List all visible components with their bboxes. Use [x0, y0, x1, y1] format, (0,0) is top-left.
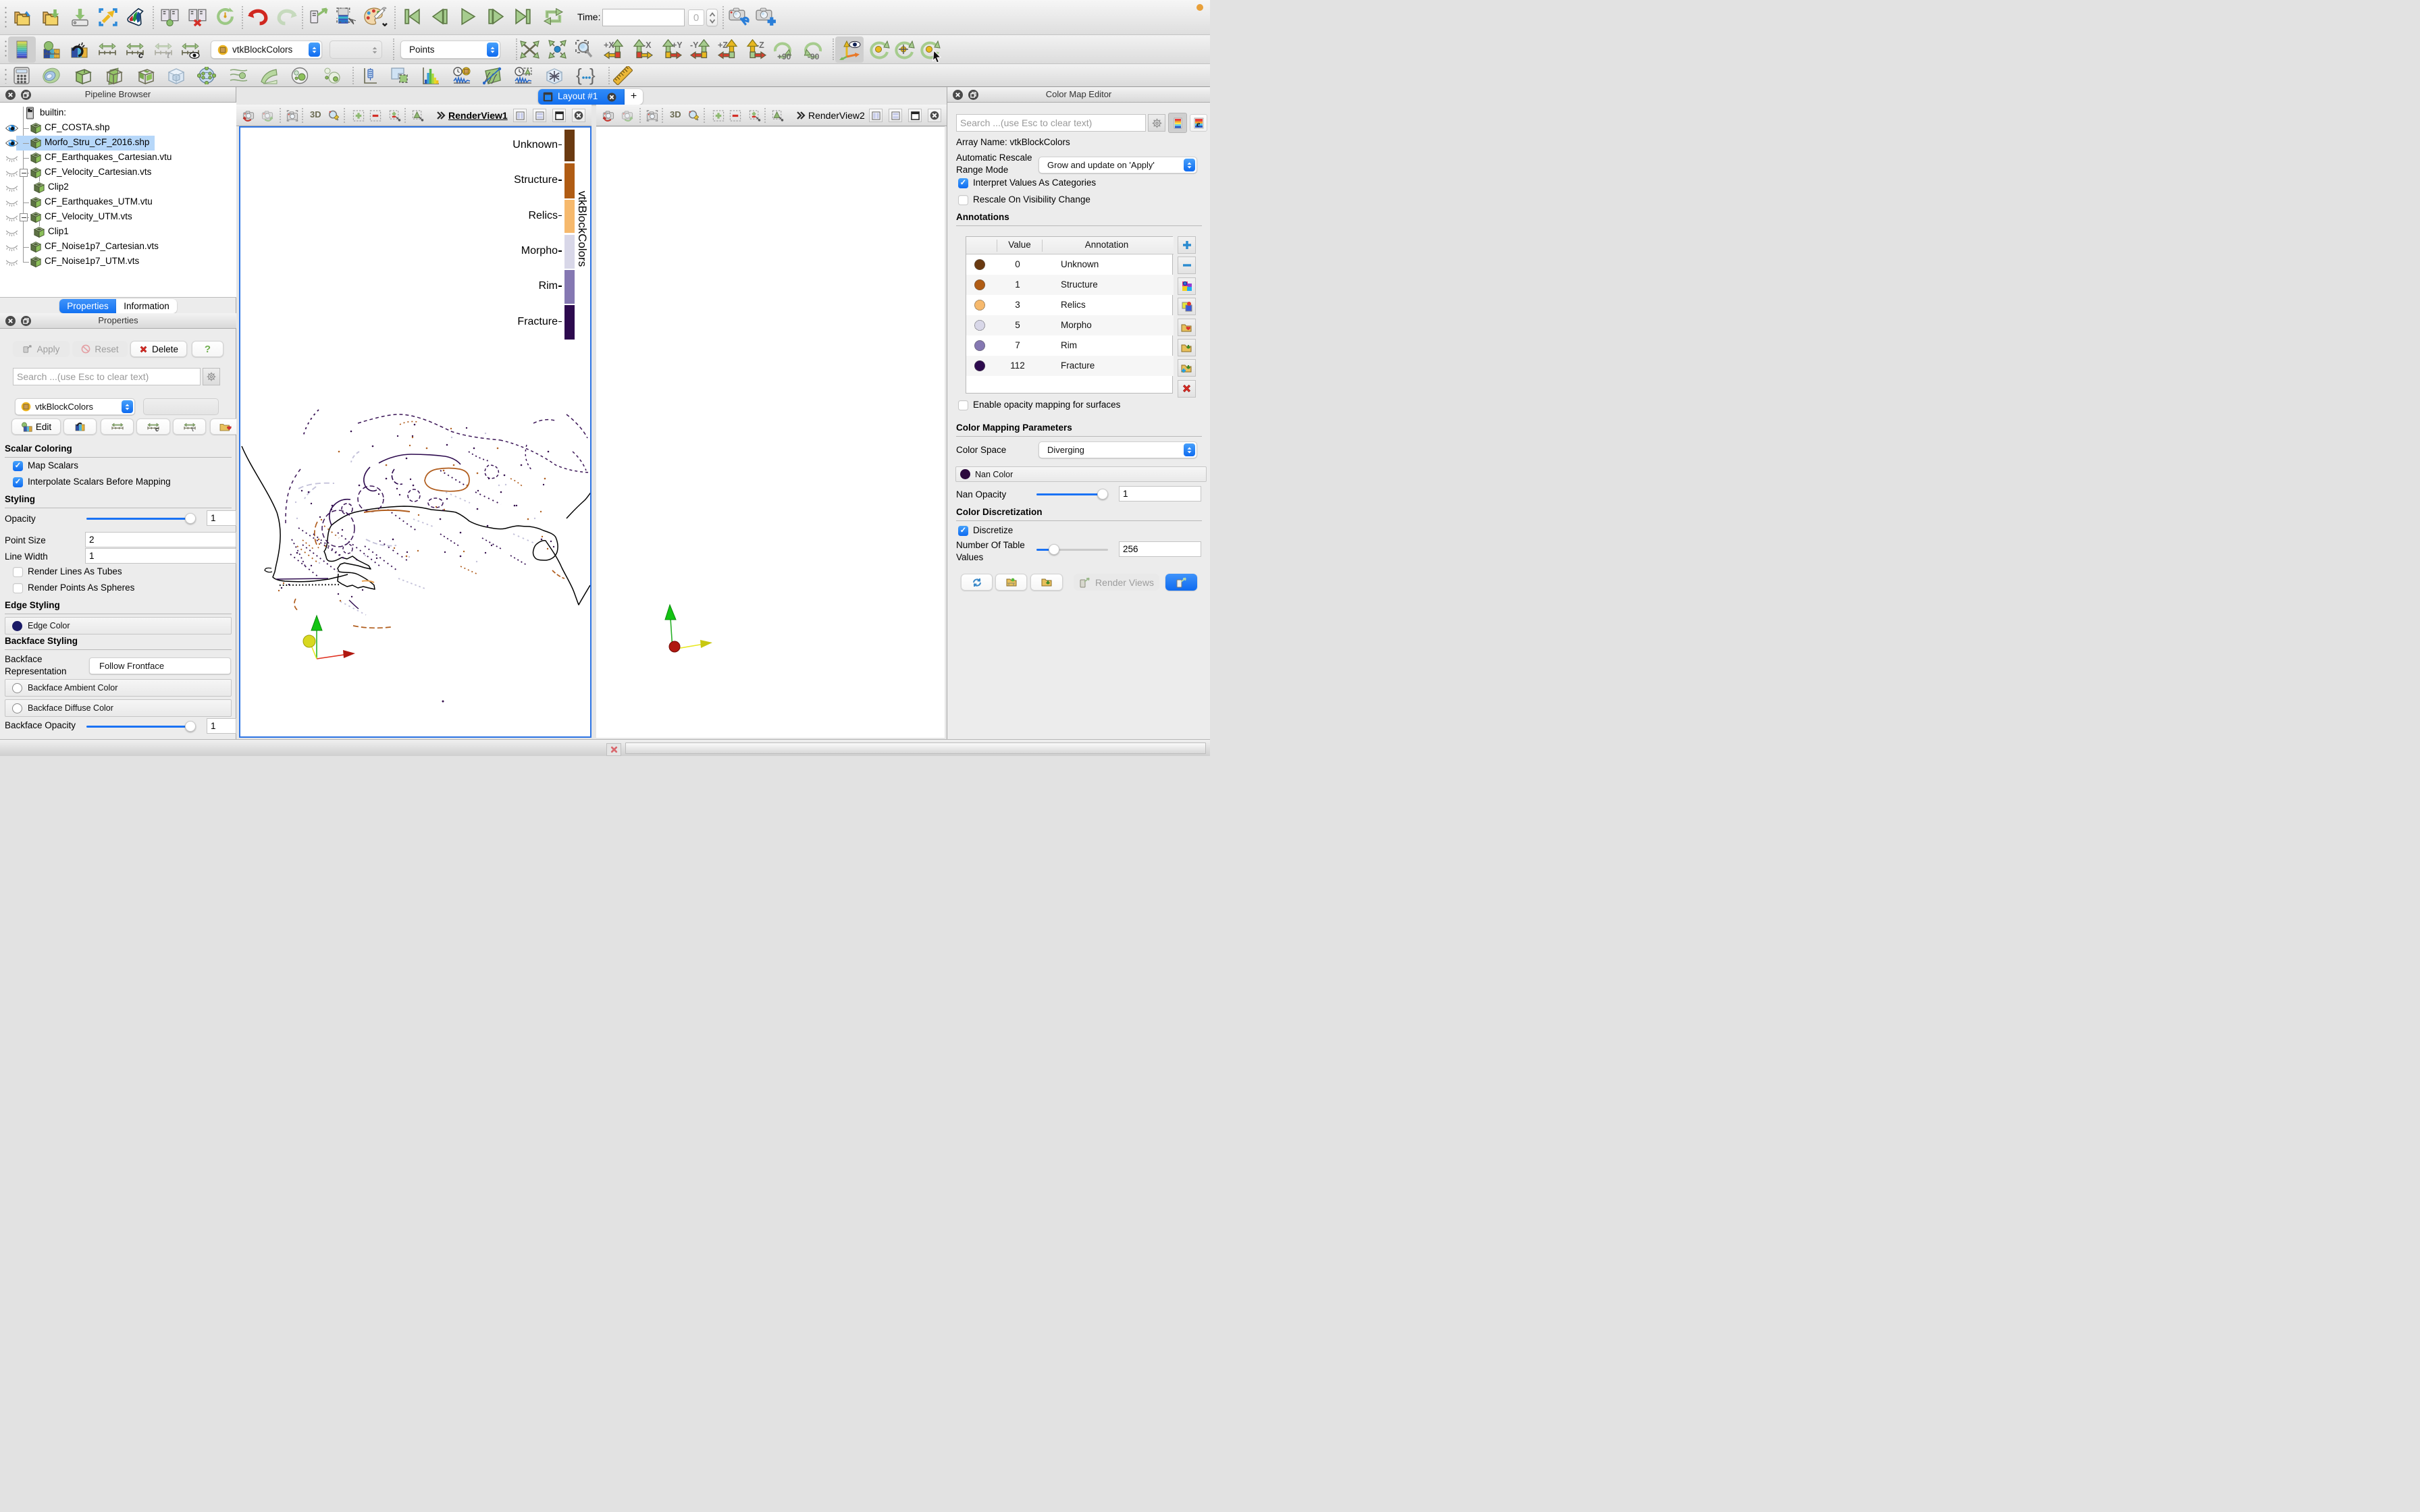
svg-text:{: {: [576, 67, 582, 85]
svg-text:+X: +X: [604, 40, 614, 50]
svg-text:+Y: +Y: [672, 40, 682, 50]
svg-text:+90: +90: [777, 52, 791, 60]
svg-text:-90: -90: [808, 52, 820, 60]
svg-text:e: e: [1196, 119, 1201, 128]
svg-text:-Y: -Y: [690, 40, 699, 50]
svg-text:}: }: [589, 67, 596, 85]
svg-text:c: c: [155, 426, 159, 432]
svg-text:+Z: +Z: [718, 40, 728, 50]
svg-text:t: t: [192, 426, 194, 432]
svg-text:t: t: [167, 50, 170, 59]
svg-text:c: c: [138, 50, 144, 59]
svg-text:-X: -X: [643, 40, 652, 50]
svg-text:-Z: -Z: [756, 40, 764, 50]
